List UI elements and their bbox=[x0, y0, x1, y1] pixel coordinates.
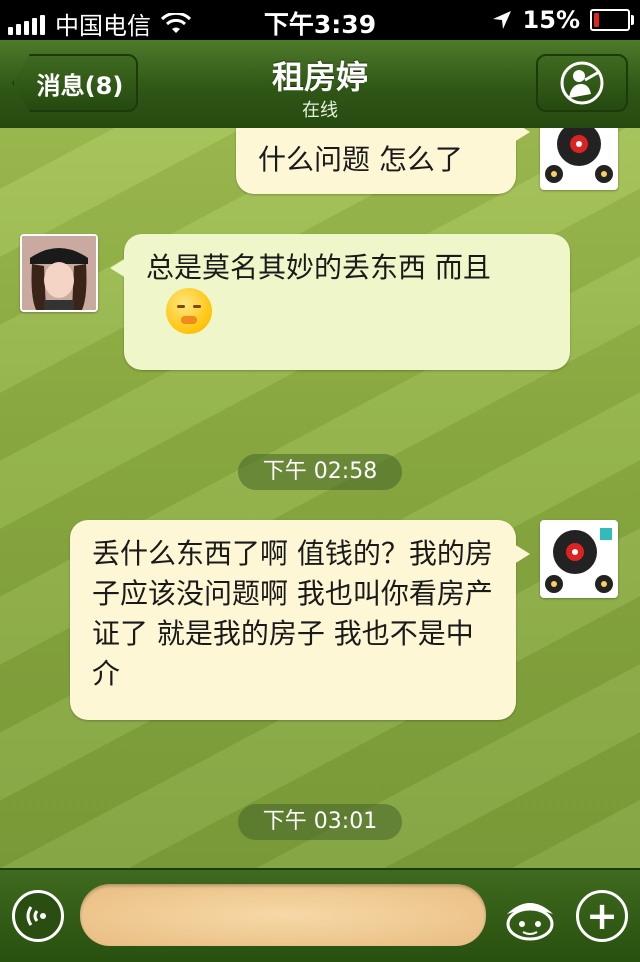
contact-avatar[interactable] bbox=[20, 234, 98, 312]
timestamp: 下午 03:01 bbox=[238, 804, 402, 840]
voice-button[interactable] bbox=[12, 890, 64, 942]
my-avatar[interactable] bbox=[540, 128, 618, 190]
message-bubble-incoming[interactable]: 总是莫名其妙的丢东西 而且 bbox=[110, 234, 570, 370]
nav-bar: 消息(8) 租房婷 在线 bbox=[0, 40, 640, 129]
message-text: 什么问题 怎么了 bbox=[258, 143, 463, 176]
chat-area[interactable]: 什么问题 怎么了 总是莫名其妙的丢东西 而且 下午 02:58 丢什么东西了啊 … bbox=[0, 128, 640, 868]
input-bar: + bbox=[0, 868, 640, 962]
message-text: 丢什么东西了啊 值钱的？我的房子应该没问题啊 我也叫你看房产证了 就是我的房子 … bbox=[92, 537, 493, 690]
hiding-face-emoji bbox=[166, 288, 212, 334]
message-input[interactable] bbox=[80, 884, 486, 946]
battery-icon bbox=[590, 9, 634, 31]
emoji-button[interactable] bbox=[500, 888, 560, 946]
timestamp: 下午 02:58 bbox=[238, 454, 402, 490]
more-button[interactable]: + bbox=[576, 890, 628, 942]
vinyl-record-avatar-icon bbox=[545, 128, 613, 183]
profile-button[interactable] bbox=[536, 54, 628, 112]
status-bar: 中国电信 下午3:39 15% bbox=[0, 0, 640, 40]
message-text: 总是莫名其妙的丢东西 而且 bbox=[146, 251, 491, 284]
message-bubble-outgoing[interactable]: 丢什么东西了啊 值钱的？我的房子应该没问题啊 我也叫你看房产证了 就是我的房子 … bbox=[70, 520, 530, 720]
location-arrow-icon bbox=[492, 11, 511, 29]
vinyl-record-avatar-icon bbox=[545, 528, 613, 593]
voice-icon bbox=[26, 906, 46, 926]
my-avatar[interactable] bbox=[540, 520, 618, 598]
plus-icon: + bbox=[586, 894, 618, 938]
battery-percent: 15% bbox=[522, 6, 580, 34]
message-bubble-outgoing[interactable]: 什么问题 怎么了 bbox=[236, 128, 530, 194]
emoji-face-icon bbox=[506, 903, 554, 941]
profile-icon bbox=[560, 61, 604, 105]
contact-photo bbox=[22, 236, 96, 310]
